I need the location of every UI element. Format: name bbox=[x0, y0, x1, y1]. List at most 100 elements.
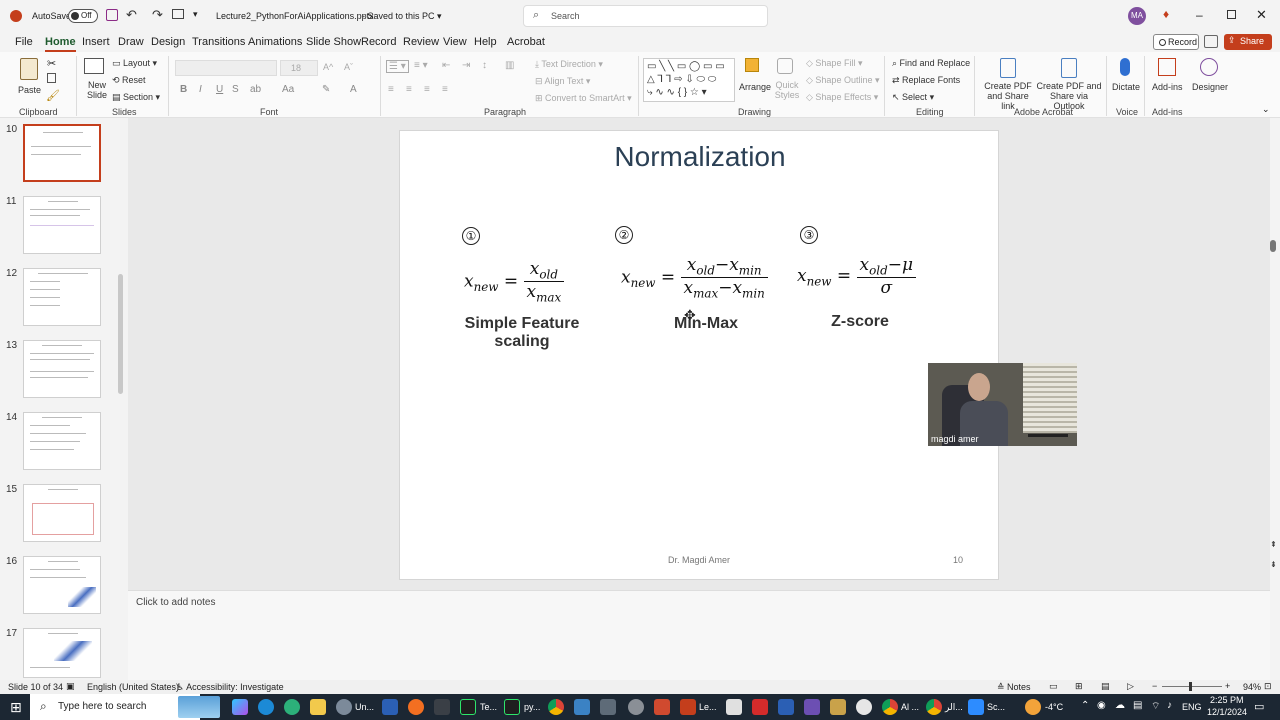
scroll-down-icon[interactable]: ⇟ bbox=[1270, 560, 1277, 569]
file-explorer-icon[interactable] bbox=[310, 699, 326, 715]
user-avatar[interactable]: MA bbox=[1128, 7, 1146, 25]
slide-title[interactable]: Normalization bbox=[400, 141, 1000, 173]
widget-mountain-icon[interactable] bbox=[178, 696, 220, 718]
save-status[interactable]: - Saved to this PC ▾ bbox=[362, 11, 442, 22]
chat-icon[interactable] bbox=[856, 699, 872, 715]
tab-design[interactable]: Design bbox=[151, 36, 185, 48]
windows-start-icon[interactable]: ⊞ bbox=[10, 699, 22, 716]
shapes-gallery[interactable]: ▭ ╲ ╲ ▭ ◯ ▭ ▭ △ ⅂ ⅂ ⇨ ⇩ ⬭ ⬭ ⤷ ∿ ∿ { } ☆ ▾ bbox=[643, 58, 735, 102]
reading-view-icon[interactable]: ▤ bbox=[1101, 681, 1110, 692]
customize-toolbar-icon[interactable]: ▾ bbox=[193, 9, 198, 20]
clock-date[interactable]: 12/1/2024 bbox=[1207, 707, 1247, 717]
tab-animations[interactable]: Animations bbox=[248, 36, 302, 48]
present-icon[interactable] bbox=[172, 9, 184, 19]
slide-thumbnail[interactable] bbox=[23, 124, 101, 182]
taskbar-app-label[interactable]: py... bbox=[524, 702, 540, 712]
zoom-app-icon[interactable] bbox=[968, 699, 984, 715]
powerpoint-taskbar-icon[interactable] bbox=[680, 699, 696, 715]
decrease-indent-icon[interactable]: ⇤ bbox=[442, 60, 450, 71]
pycharm-icon[interactable] bbox=[460, 699, 476, 715]
zoom-slider[interactable] bbox=[1162, 682, 1222, 691]
temperature[interactable]: -4°C bbox=[1045, 702, 1063, 712]
tray-app-icon[interactable]: ▤ bbox=[1133, 700, 1142, 711]
align-text-button[interactable]: ⊟ Align Text ▾ bbox=[535, 76, 590, 87]
notes-toggle[interactable]: ≙ Notes bbox=[997, 682, 1031, 693]
ribbon-collapse-icon[interactable]: ⌄ bbox=[1262, 104, 1270, 115]
dictate-button[interactable]: Dictate bbox=[1110, 56, 1140, 104]
scroll-up-icon[interactable]: ⇞ bbox=[1270, 540, 1277, 549]
app-icon[interactable] bbox=[574, 699, 590, 715]
shape-effects-button[interactable]: ◇ Shape Effects ▾ bbox=[806, 92, 878, 103]
editor-scrollbar[interactable] bbox=[1270, 240, 1276, 252]
tray-app-icon[interactable]: ☁ bbox=[1115, 700, 1125, 711]
align-left-icon[interactable]: ≡ bbox=[388, 84, 394, 95]
text-direction-button[interactable]: ⤓ Text Direction ▾ bbox=[535, 59, 603, 70]
zoom-slider-thumb[interactable] bbox=[1189, 682, 1192, 691]
tab-insert[interactable]: Insert bbox=[82, 36, 110, 48]
chrome-icon[interactable] bbox=[926, 699, 942, 715]
replace-fonts-button[interactable]: ⇄ Replace Fonts bbox=[892, 75, 960, 86]
strikethrough-icon[interactable]: S bbox=[232, 84, 239, 95]
app-icon[interactable] bbox=[804, 699, 820, 715]
italic-icon[interactable]: I bbox=[199, 84, 202, 95]
clock-time[interactable]: 2:25 PM bbox=[1210, 695, 1244, 705]
save-icon[interactable] bbox=[106, 9, 118, 21]
word-icon[interactable] bbox=[778, 699, 794, 715]
comments-icon[interactable] bbox=[1204, 35, 1218, 48]
taskbar-app-label[interactable]: Sc... bbox=[987, 702, 1005, 712]
tab-slide-show[interactable]: Slide Show bbox=[306, 36, 361, 48]
app-icon[interactable] bbox=[726, 699, 742, 715]
tab-transitions[interactable]: Transitions bbox=[192, 36, 245, 48]
columns-icon[interactable]: ▥ bbox=[505, 60, 514, 71]
app-icon[interactable] bbox=[628, 699, 644, 715]
slide-thumbnail[interactable] bbox=[23, 556, 101, 614]
character-spacing-icon[interactable]: ab bbox=[250, 84, 261, 95]
share-button[interactable]: ⇪ Share bbox=[1224, 34, 1272, 50]
accessibility-status[interactable]: ♿ Accessibility: Investigate bbox=[176, 682, 284, 693]
language-indicator[interactable]: English (United States) bbox=[87, 682, 179, 692]
section-button[interactable]: ▤ Section ▾ bbox=[112, 92, 160, 103]
underline-icon[interactable]: U bbox=[216, 84, 223, 95]
tab-home[interactable]: Home bbox=[45, 36, 76, 52]
format-painter-icon[interactable]: 🖌 bbox=[46, 89, 60, 102]
autosave-toggle[interactable]: Off bbox=[68, 9, 98, 23]
align-right-icon[interactable]: ≡ bbox=[424, 84, 430, 95]
taskbar-app-label[interactable]: Al ... bbox=[901, 702, 919, 712]
spelling-icon[interactable]: ▣ bbox=[66, 681, 75, 692]
taskbar-search[interactable]: ⌕ Type here to search bbox=[30, 694, 200, 720]
thumbnails-scrollbar[interactable] bbox=[118, 274, 123, 394]
normal-view-icon[interactable]: ▭ bbox=[1049, 681, 1058, 692]
notes-pane[interactable]: Click to add notes bbox=[128, 590, 1270, 680]
taskbar-app-label[interactable]: Le... bbox=[699, 702, 717, 712]
tray-app-icon[interactable]: ◉ bbox=[1097, 700, 1106, 711]
word-icon[interactable] bbox=[382, 699, 398, 715]
fit-slide-icon[interactable]: ⊡ bbox=[1264, 681, 1272, 692]
app-icon[interactable] bbox=[336, 699, 352, 715]
search-box[interactable]: ⌕ Search bbox=[523, 5, 768, 27]
tab-review[interactable]: Review bbox=[403, 36, 439, 48]
numbering-icon[interactable]: ≡ ▾ bbox=[414, 60, 428, 71]
paste-button[interactable]: Paste bbox=[14, 56, 42, 102]
zoom-in-icon[interactable]: + bbox=[1225, 681, 1230, 691]
find-replace-button[interactable]: ⌕ Find and Replace bbox=[892, 58, 970, 69]
taskbar-app-label[interactable]: Te... bbox=[480, 702, 497, 712]
zoom-out-icon[interactable]: − bbox=[1152, 681, 1157, 691]
slide-thumbnail[interactable] bbox=[23, 196, 101, 254]
font-color-icon[interactable]: A bbox=[350, 84, 357, 95]
acrobat-icon[interactable] bbox=[752, 699, 768, 715]
network-icon[interactable]: ⌔ bbox=[1151, 700, 1160, 713]
layout-button[interactable]: ▭ Layout ▾ bbox=[112, 58, 157, 69]
taskbar-app-label[interactable]: Un... bbox=[355, 702, 374, 712]
shape-outline-button[interactable]: ◇ Shape Outline ▾ bbox=[806, 75, 880, 86]
app-dark-icon[interactable] bbox=[434, 699, 450, 715]
chrome-icon[interactable] bbox=[882, 699, 898, 715]
select-button[interactable]: ↖ Select ▾ bbox=[892, 92, 934, 103]
slideshow-icon[interactable]: ▷ bbox=[1127, 681, 1134, 692]
weather-sun-icon[interactable] bbox=[1025, 699, 1041, 715]
tray-chevron-icon[interactable]: ⌃ bbox=[1081, 700, 1089, 711]
tab-draw[interactable]: Draw bbox=[118, 36, 144, 48]
slide-thumbnail[interactable] bbox=[23, 484, 101, 542]
case-icon[interactable]: Aa bbox=[282, 84, 294, 95]
create-pdf-button[interactable]: Create PDF and Share link bbox=[980, 56, 1036, 111]
shape-fill-button[interactable]: ◇ Shape Fill ▾ bbox=[806, 58, 862, 69]
